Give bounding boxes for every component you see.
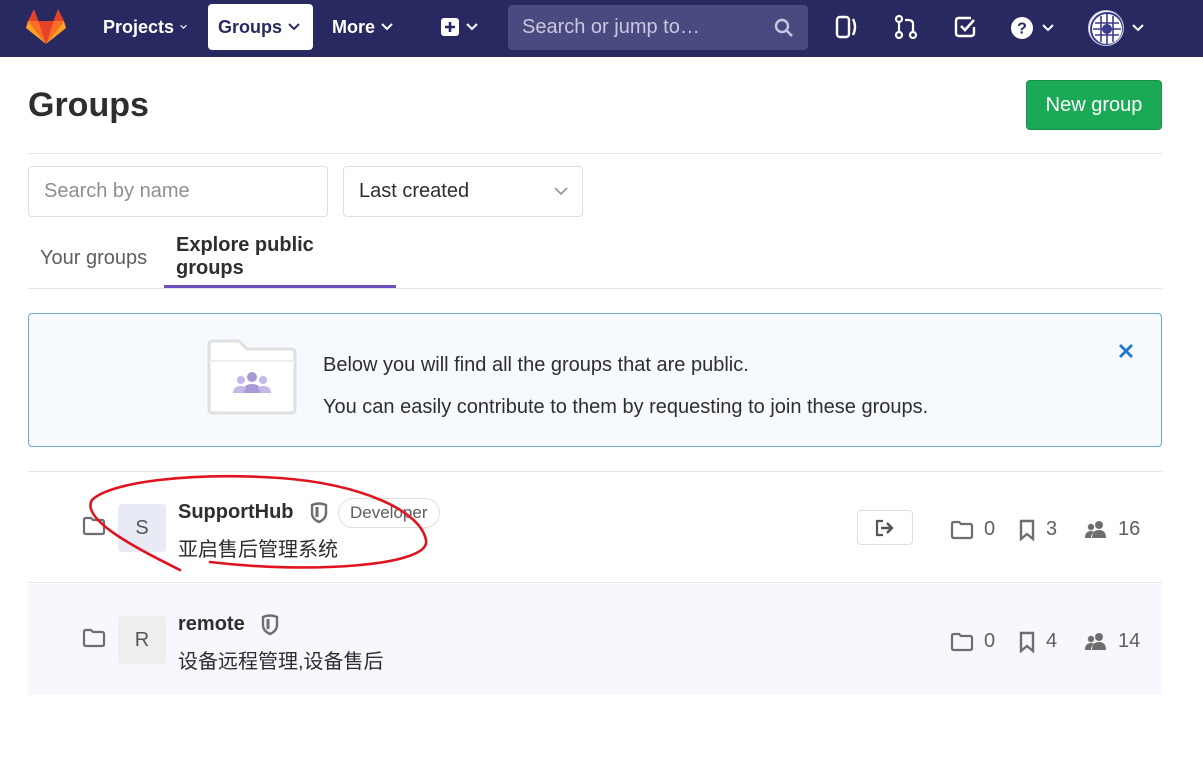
group-row[interactable]: R remote 设备远程管理,设备售后 0 4 14 — [28, 584, 1162, 695]
subgroups-count-value: 0 — [984, 630, 996, 652]
public-groups-info-banner: Below you will find all the groups that … — [28, 313, 1162, 447]
folder-icon — [950, 632, 974, 651]
shield-icon — [261, 614, 279, 636]
help-dropdown[interactable]: ? — [1010, 13, 1060, 43]
folder-icon — [82, 516, 106, 536]
banner-line-2: You can easily contribute to them by req… — [323, 396, 929, 418]
page-title: Groups — [28, 86, 149, 124]
leave-group-button[interactable] — [857, 510, 913, 545]
plus-square-icon — [441, 18, 459, 36]
subgroups-count-value: 0 — [984, 518, 996, 540]
projects-count: 4 — [1018, 630, 1057, 653]
nav-groups-label: Groups — [218, 16, 283, 37]
nav-groups-dropdown[interactable]: Groups — [208, 4, 313, 50]
projects-count: 3 — [1018, 518, 1057, 541]
group-avatar[interactable]: S — [118, 504, 166, 552]
top-navbar: Projects Groups More Search or jump to… — [0, 0, 1203, 57]
bookmark-icon — [1019, 519, 1035, 541]
nav-more-dropdown[interactable]: More — [322, 4, 406, 50]
nav-projects-dropdown[interactable]: Projects — [93, 4, 197, 50]
chevron-down-icon — [180, 24, 187, 29]
close-icon[interactable] — [1117, 342, 1135, 360]
users-icon — [1085, 520, 1106, 538]
chevron-down-icon — [466, 23, 478, 31]
group-name-link[interactable]: SupportHub — [178, 501, 294, 524]
search-icon — [774, 18, 793, 37]
chevron-down-icon — [381, 23, 393, 31]
user-avatar — [1088, 10, 1124, 46]
group-row[interactable]: S SupportHub Developer 亚启售后管理系统 0 3 16 — [28, 472, 1162, 583]
subgroups-count: 0 — [950, 518, 995, 541]
todo-check-icon[interactable] — [952, 14, 978, 40]
new-item-dropdown[interactable] — [428, 4, 490, 50]
chevron-down-icon — [1132, 24, 1144, 32]
group-name-link[interactable]: remote — [178, 613, 245, 636]
svg-text:?: ? — [1017, 21, 1027, 38]
members-count-value: 14 — [1118, 630, 1141, 652]
folder-icon — [950, 520, 974, 539]
bookmark-icon — [1019, 631, 1035, 653]
group-description: 亚启售后管理系统 — [178, 539, 338, 561]
nav-more-label: More — [332, 16, 376, 37]
group-folder-illustration — [207, 339, 297, 415]
chevron-down-icon — [554, 187, 568, 196]
tab-your-groups[interactable]: Your groups — [28, 228, 159, 288]
shield-icon — [310, 502, 328, 524]
tabs-divider — [28, 288, 1162, 289]
issues-icon[interactable] — [834, 14, 860, 40]
nav-projects-label: Projects — [103, 16, 175, 37]
group-description: 设备远程管理,设备售后 — [178, 651, 384, 673]
members-count: 16 — [1084, 518, 1140, 541]
divider — [28, 153, 1162, 154]
group-search-input[interactable] — [28, 166, 328, 217]
sort-dropdown[interactable]: Last created — [343, 166, 583, 217]
projects-count-value: 4 — [1046, 630, 1058, 652]
global-search-placeholder: Search or jump to… — [522, 16, 700, 38]
sort-dropdown-value: Last created — [359, 180, 470, 202]
tab-explore-public-groups[interactable]: Explore public groups — [164, 228, 396, 288]
members-count: 14 — [1084, 630, 1140, 653]
merge-request-icon[interactable] — [893, 14, 919, 40]
members-count-value: 16 — [1118, 518, 1141, 540]
chevron-down-icon — [1042, 24, 1054, 32]
subgroups-count: 0 — [950, 630, 995, 653]
role-badge: Developer — [338, 498, 440, 528]
projects-count-value: 3 — [1046, 518, 1058, 540]
folder-icon — [82, 628, 106, 648]
users-icon — [1085, 632, 1106, 650]
leave-icon — [875, 519, 894, 536]
banner-line-1: Below you will find all the groups that … — [323, 354, 749, 376]
gitlab-logo[interactable] — [26, 9, 66, 45]
user-menu-dropdown[interactable] — [1088, 9, 1150, 47]
global-search-input[interactable]: Search or jump to… — [508, 5, 808, 50]
group-avatar[interactable]: R — [118, 616, 166, 664]
chevron-down-icon — [288, 23, 300, 31]
new-group-button[interactable]: New group — [1026, 80, 1162, 130]
help-icon: ? — [1011, 17, 1033, 39]
